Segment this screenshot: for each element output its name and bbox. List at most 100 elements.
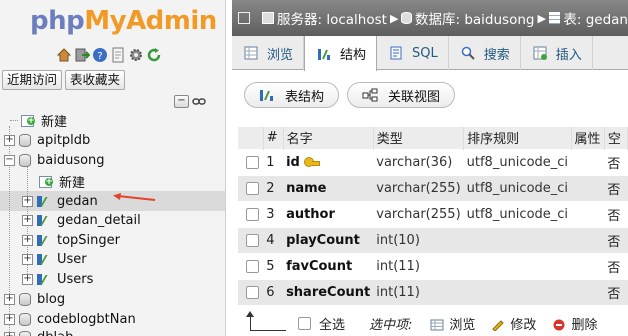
table-icon xyxy=(36,213,55,227)
field-null: 否 xyxy=(604,278,628,305)
subtab-label: 表结构 xyxy=(285,89,325,105)
tree-item-dblab[interactable]: + dblab xyxy=(4,327,73,336)
column-header-null[interactable]: 空 xyxy=(604,127,628,149)
database-icon xyxy=(401,12,412,24)
row-number: 2 xyxy=(263,174,284,201)
bulk-edit-label: 修改 xyxy=(510,317,537,333)
docs-icon[interactable] xyxy=(110,47,126,63)
tree-item-table-gedan-detail[interactable]: + gedan_detail xyxy=(22,210,141,230)
table-row: 1 id varchar(36) utf8_unicode_ci 否 xyxy=(238,148,628,175)
column-header-type[interactable]: 类型 xyxy=(373,127,465,149)
phpmyadmin-logo[interactable]: phpMyAdmin xyxy=(30,6,217,36)
reload-icon[interactable] xyxy=(146,47,162,63)
help-icon[interactable]: ? xyxy=(92,47,108,63)
bulk-edit-button[interactable]: 修改 xyxy=(491,314,536,333)
field-collation: utf8_unicode_ci xyxy=(463,148,572,175)
tree-item-label: apitpldb xyxy=(37,132,91,148)
breadcrumb-database[interactable]: 数据库: baidusong xyxy=(415,8,534,28)
row-checkbox[interactable] xyxy=(246,181,259,195)
link-icon[interactable] xyxy=(192,96,206,112)
field-collation xyxy=(463,278,572,305)
tab-label: 浏览 xyxy=(267,47,294,63)
tree-item-table-users[interactable]: + Users xyxy=(22,269,93,289)
breadcrumb-table[interactable]: 表: gedan xyxy=(563,8,628,28)
column-header-name[interactable]: 名字 xyxy=(283,127,374,149)
tree-item-codeblogbtnan[interactable]: + codeblogbtNan xyxy=(4,309,136,329)
row-checkbox[interactable] xyxy=(246,285,259,299)
table-row: 3 author varchar(255) utf8_unicode_ci 否 xyxy=(238,200,628,227)
table-header-row: # 名字 类型 排序规则 属性 空 xyxy=(238,127,628,149)
table-icon xyxy=(36,233,55,247)
field-type: varchar(255) xyxy=(373,174,464,201)
field-attributes xyxy=(571,148,605,175)
row-checkbox[interactable] xyxy=(246,233,259,247)
table-structure-button[interactable]: 表结构 xyxy=(244,82,340,108)
expand-icon[interactable]: + xyxy=(22,214,33,226)
expand-icon[interactable]: + xyxy=(4,293,15,305)
window-icon[interactable] xyxy=(238,12,251,24)
tree-item-new-table[interactable]: 新建 xyxy=(24,171,85,191)
nav-icon-row: ? xyxy=(56,47,162,63)
collapse-all-button[interactable]: − xyxy=(174,95,189,108)
field-collation xyxy=(463,252,572,279)
table-icon xyxy=(36,252,55,266)
column-header-attributes[interactable]: 属性 xyxy=(571,127,605,149)
breadcrumb: 服务器: localhost ▶ 数据库: baidusong ▶ 表: ged… xyxy=(232,0,628,36)
search-icon xyxy=(461,46,475,60)
bulk-browse-button[interactable]: 浏览 xyxy=(430,314,475,333)
tab-search[interactable]: 搜索 xyxy=(449,36,521,70)
bulk-drop-button[interactable]: 删除 xyxy=(552,314,597,333)
tree-item-label: dblab xyxy=(37,330,73,336)
row-checkbox[interactable] xyxy=(246,207,259,221)
select-all-label[interactable]: 全选 xyxy=(319,314,345,333)
expand-icon[interactable]: + xyxy=(4,313,15,325)
table-row: 4 playCount int(10) 否 xyxy=(238,226,628,253)
field-name-cell: id xyxy=(283,148,374,175)
settings-icon[interactable] xyxy=(128,47,144,63)
database-icon xyxy=(18,330,32,336)
select-all-checkbox[interactable] xyxy=(298,316,311,330)
field-collation: utf8_unicode_ci xyxy=(463,174,572,201)
pencil-icon xyxy=(492,320,505,331)
database-icon xyxy=(18,312,32,326)
recent-tables-button[interactable]: 近期访问 xyxy=(2,70,63,90)
expand-icon[interactable]: + xyxy=(22,195,33,207)
expand-icon[interactable]: + xyxy=(22,253,33,265)
column-header-collation[interactable]: 排序规则 xyxy=(463,127,572,149)
breadcrumb-separator-icon: ▶ xyxy=(537,11,546,25)
tree-item-table-user[interactable]: + User xyxy=(22,249,87,269)
tree-item-new[interactable]: 新建 xyxy=(6,110,67,130)
field-null: 否 xyxy=(604,174,628,201)
field-attributes xyxy=(571,278,605,305)
row-checkbox[interactable] xyxy=(246,155,259,169)
subtab-label: 关联视图 xyxy=(388,89,441,105)
tree-item-apitpldb[interactable]: + apitpldb xyxy=(4,130,90,150)
home-icon[interactable] xyxy=(56,47,72,63)
collapse-icon[interactable]: − xyxy=(4,154,15,166)
expand-icon[interactable]: + xyxy=(22,273,33,285)
tree-item-baidusong[interactable]: − baidusong xyxy=(4,150,105,170)
tab-sql[interactable]: SQL xyxy=(377,36,449,70)
expand-icon[interactable]: + xyxy=(4,134,15,146)
svg-text:?: ? xyxy=(97,51,102,62)
expand-icon[interactable]: + xyxy=(22,234,33,246)
tree-item-table-topsinger[interactable]: + topSinger xyxy=(22,230,120,250)
field-name: shareCount xyxy=(283,278,374,305)
tab-browse[interactable]: 浏览 xyxy=(232,36,305,70)
insert-icon xyxy=(533,46,547,60)
favorite-tables-button[interactable]: 表收藏夹 xyxy=(65,70,126,90)
row-checkbox[interactable] xyxy=(246,259,259,273)
tree-item-table-gedan[interactable]: + gedan xyxy=(22,191,98,211)
tree-item-label: Users xyxy=(57,271,94,287)
table-row: 6 shareCount int(11) 否 xyxy=(238,278,628,305)
tree-item-label: topSinger xyxy=(57,232,121,248)
breadcrumb-server[interactable]: 服务器: localhost xyxy=(277,8,387,28)
expand-icon[interactable]: + xyxy=(4,331,15,336)
table-row: 5 favCount int(11) 否 xyxy=(238,252,628,279)
tab-structure[interactable]: 结构 xyxy=(304,36,378,71)
exit-icon[interactable] xyxy=(74,47,90,63)
tree-item-blog[interactable]: + blog xyxy=(4,289,65,309)
tree-item-label: gedan_detail xyxy=(57,212,141,228)
tab-insert[interactable]: 插入 xyxy=(521,36,593,70)
relation-view-button[interactable]: 关联视图 xyxy=(347,82,456,108)
